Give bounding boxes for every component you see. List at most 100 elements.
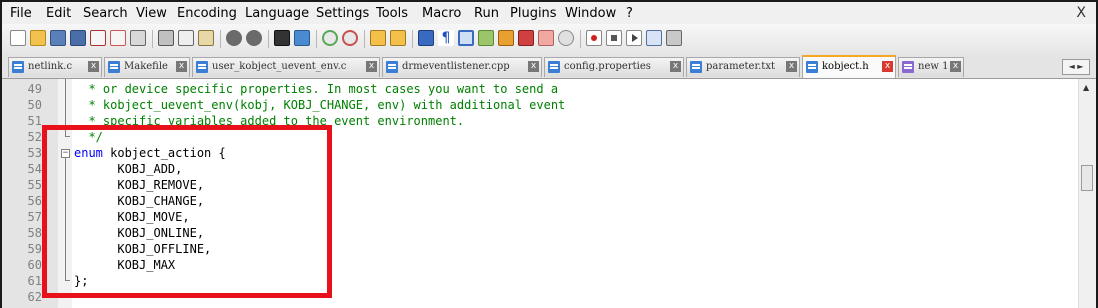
find-icon[interactable] — [274, 30, 290, 46]
toolbar-separator — [268, 30, 269, 48]
line-number: 61 — [27, 274, 42, 288]
word-wrap-icon[interactable] — [418, 30, 434, 46]
zoom-in-icon[interactable] — [322, 30, 338, 46]
tab-label: netlink.c — [28, 61, 73, 72]
file-icon — [690, 61, 702, 73]
tab-makefile[interactable]: Makefile x — [104, 57, 190, 77]
save-macro-icon[interactable] — [666, 30, 682, 46]
tab-netlink-c[interactable]: netlink.c x — [8, 57, 102, 77]
close-tab-icon[interactable]: x — [786, 61, 797, 72]
run-macro-multiple-icon[interactable] — [646, 30, 662, 46]
sync-v-icon[interactable] — [370, 30, 386, 46]
print-icon[interactable] — [130, 30, 146, 46]
file-icon — [386, 61, 398, 73]
copy-icon[interactable] — [178, 30, 194, 46]
tab-config-properties[interactable]: config.properties x — [544, 57, 684, 77]
line-number: 55 — [27, 178, 42, 192]
tab-user-kobject-uevent-env-c[interactable]: user_kobject_uevent_env.c x — [192, 57, 380, 77]
new-file-icon[interactable] — [10, 30, 26, 46]
line-number: 54 — [27, 162, 42, 176]
save-all-icon[interactable] — [70, 30, 86, 46]
show-all-chars-icon[interactable]: ¶ — [438, 30, 454, 46]
close-tab-icon[interactable]: x — [366, 61, 377, 72]
toolbar-separator — [580, 30, 581, 48]
menu-tools[interactable]: Tools — [376, 6, 408, 21]
line-number: 49 — [27, 82, 42, 96]
toolbar-separator — [364, 30, 365, 48]
menu-settings[interactable]: Settings — [316, 6, 369, 21]
vertical-scrollbar[interactable]: ▲ — [1078, 79, 1096, 308]
scroll-up-icon[interactable]: ▲ — [1083, 83, 1089, 92]
line-number: 50 — [27, 98, 42, 112]
close-tab-icon[interactable]: x — [950, 61, 961, 72]
highlight-box — [42, 125, 332, 298]
menu-view[interactable]: View — [136, 6, 167, 21]
close-all-icon[interactable] — [110, 30, 126, 46]
play-macro-icon[interactable] — [626, 30, 642, 46]
toolbar-separator — [316, 30, 317, 48]
folder-icon[interactable] — [518, 30, 534, 46]
toolbar: ¶ — [2, 24, 1096, 55]
menu-edit[interactable]: Edit — [46, 6, 71, 21]
close-icon[interactable] — [90, 30, 106, 46]
eye-icon[interactable] — [558, 30, 574, 46]
close-tab-icon[interactable]: x — [882, 61, 893, 72]
line-number: 57 — [27, 210, 42, 224]
menu-macro[interactable]: Macro — [422, 6, 461, 21]
close-tab-icon[interactable]: x — [670, 61, 681, 72]
tab-label: drmeventlistener.cpp — [402, 61, 510, 72]
tab-kobject-h[interactable]: kobject.h x — [802, 55, 896, 78]
file-icon — [806, 61, 818, 73]
close-tab-icon[interactable]: x — [88, 61, 99, 72]
stop-record-icon[interactable] — [606, 30, 622, 46]
toolbar-separator — [152, 30, 153, 48]
save-icon[interactable] — [50, 30, 66, 46]
replace-icon[interactable] — [294, 30, 310, 46]
undo-icon[interactable] — [226, 30, 242, 46]
close-tab-icon[interactable]: x — [528, 61, 539, 72]
code-text: * kobject_uevent_env(kobj, KOBJ_CHANGE, … — [74, 98, 566, 112]
menu-bar: File Edit Search View Encoding Language … — [2, 2, 1096, 24]
toolbar-separator — [220, 30, 221, 48]
close-document-button[interactable]: X — [1076, 5, 1086, 21]
menu-help[interactable]: ? — [626, 6, 633, 21]
menu-window[interactable]: Window — [565, 6, 616, 21]
tab-scroll-arrows[interactable]: ◄ ► — [1062, 59, 1090, 75]
tab-label: user_kobject_uevent_env.c — [212, 61, 347, 72]
paste-icon[interactable] — [198, 30, 214, 46]
code-line: 49 * or device specific properties. In m… — [2, 81, 1072, 97]
menu-encoding[interactable]: Encoding — [177, 6, 237, 21]
tab-parameter-txt[interactable]: parameter.txt x — [686, 57, 800, 77]
cut-icon[interactable] — [158, 30, 174, 46]
code-text: * or device specific properties. In most… — [74, 82, 559, 96]
menu-run[interactable]: Run — [474, 6, 499, 21]
line-number: 62 — [27, 290, 42, 304]
scrollbar-thumb[interactable] — [1081, 165, 1093, 191]
close-tab-icon[interactable]: x — [176, 61, 187, 72]
redo-icon[interactable] — [246, 30, 262, 46]
menu-file[interactable]: File — [10, 6, 32, 21]
function-list-icon[interactable] — [498, 30, 514, 46]
file-icon — [12, 61, 24, 73]
indent-guide-icon[interactable] — [458, 30, 474, 46]
monitor-icon[interactable] — [538, 30, 554, 46]
open-file-icon[interactable] — [30, 30, 46, 46]
menu-language[interactable]: Language — [245, 6, 309, 21]
line-number: 56 — [27, 194, 42, 208]
sync-h-icon[interactable] — [390, 30, 406, 46]
line-number: 59 — [27, 242, 42, 256]
language-icon[interactable] — [478, 30, 494, 46]
line-number: 52 — [27, 130, 42, 144]
menu-plugins[interactable]: Plugins — [510, 6, 557, 21]
file-icon — [548, 61, 560, 73]
tab-drmeventlistener-cpp[interactable]: drmeventlistener.cpp x — [382, 57, 542, 77]
tab-label: new 1 — [918, 61, 949, 72]
toolbar-separator — [412, 30, 413, 48]
menu-search[interactable]: Search — [83, 6, 128, 21]
zoom-out-icon[interactable] — [342, 30, 358, 46]
tab-label: config.properties — [564, 61, 651, 72]
tab-new-1[interactable]: new 1 x — [898, 57, 964, 77]
line-number: 60 — [27, 258, 42, 272]
record-macro-icon[interactable] — [586, 30, 602, 46]
line-number: 58 — [27, 226, 42, 240]
